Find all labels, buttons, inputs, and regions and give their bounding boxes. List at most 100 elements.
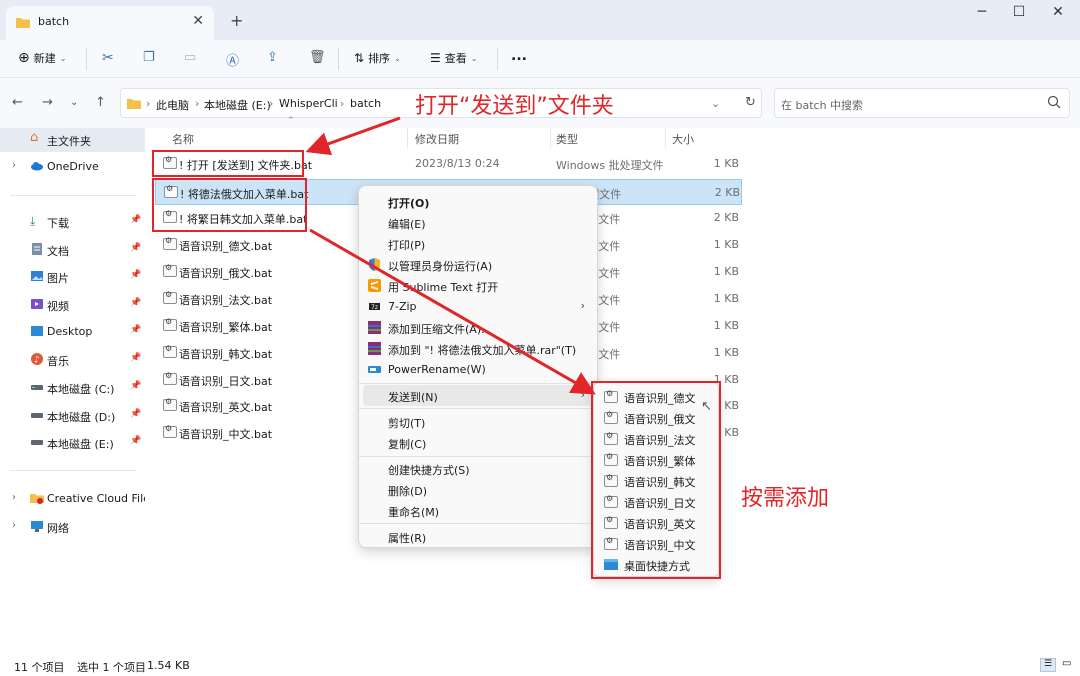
sidebar-item-drive-c[interactable]: 本地磁盘 (C:) 📌 [0,376,145,400]
sidebar-item-drive-d[interactable]: 本地磁盘 (D:) 📌 [0,404,145,428]
menu-item-powerrename[interactable]: PowerRename(W) [363,359,593,380]
sidebar-divider [10,195,136,196]
pin-icon[interactable]: 📌 [130,215,141,225]
search-box[interactable]: 在 batch 中搜索 [774,88,1070,118]
menu-item-copy[interactable]: 复制(C) [363,432,593,453]
menu-item-add-to-rar[interactable]: 添加到 "! 将德法俄文加入菜单.rar"(T) [363,338,593,359]
menu-item-7zip[interactable]: 7z 7-Zip › [363,296,593,317]
chevron-right-icon[interactable]: › [12,520,16,531]
delete-button[interactable]: 🗑 [309,50,326,65]
column-divider[interactable] [550,128,551,148]
view-button[interactable]: ☰ 查看 ⌄ [430,50,477,66]
menu-item-properties[interactable]: 属性(R) [363,526,593,547]
new-tab-icon[interactable]: + [230,11,243,30]
sidebar-item-label: 音乐 [47,355,69,368]
close-window-icon[interactable]: ✕ [1043,4,1073,24]
maximize-icon[interactable]: ☐ [1004,4,1034,24]
menu-item-delete[interactable]: 删除(D) [363,479,593,500]
sidebar-item-music[interactable]: ♪ 音乐 📌 [0,348,145,372]
desktop-icon [31,326,43,336]
file-size: 1 KB [713,238,739,251]
rename-button[interactable]: Ⓐ [226,50,239,69]
menu-item-label: 添加到 "! 将德法俄文加入菜单.rar"(T) [388,344,577,357]
breadcrumb-whispercli[interactable]: WhisperCli [279,97,338,110]
address-chevron-icon[interactable]: ⌄ [711,97,720,110]
selection-count: 选中 1 个项目 [77,661,146,674]
menu-item-edit[interactable]: 编辑(E) [363,212,593,233]
pin-icon[interactable]: 📌 [130,381,141,391]
sidebar-item-desktop[interactable]: Desktop 📌 [0,320,145,344]
menu-item-label: 剪切(T) [388,417,426,430]
share-button[interactable]: ⇪ [267,50,278,65]
copy-button[interactable]: ❐ [143,50,155,65]
sidebar-item-pictures[interactable]: 图片 📌 [0,265,145,289]
pin-icon[interactable]: 📌 [130,409,141,419]
up-arrow-icon[interactable]: ↑ [95,95,106,110]
menu-item-open[interactable]: 打开(O) [363,191,593,212]
sidebar-item-documents[interactable]: 文档 📌 [0,238,145,262]
sidebar-item-label: 图片 [47,272,69,285]
annotation-add-as-needed: 按需添加 [741,486,830,511]
sidebar-item-label: 下载 [47,217,69,230]
refresh-icon[interactable]: ↻ [745,95,756,110]
pin-icon[interactable]: 📌 [130,298,141,308]
pin-icon[interactable]: 📌 [130,325,141,335]
pin-icon[interactable]: 📌 [130,436,141,446]
paste-button[interactable]: ▭ [184,50,196,65]
sidebar-item-network[interactable]: › 网络 [0,515,145,539]
back-arrow-icon[interactable]: ← [12,95,23,110]
sort-button[interactable]: ⇅ 排序 ⌄ [354,50,401,66]
sidebar-item-creative-cloud[interactable]: › Creative Cloud Files [0,487,156,511]
column-header-size[interactable]: 大小 [672,131,694,147]
sidebar-item-downloads[interactable]: ⤓ 下载 📌 [0,210,145,234]
title-bar: batch ✕ + ─ ☐ ✕ [0,0,1080,40]
file-name: 语音识别_日文.bat [179,375,273,388]
file-name: 语音识别_韩文.bat [179,348,273,361]
tab-batch[interactable]: batch ✕ [6,6,214,40]
batch-file-icon [163,344,177,358]
column-divider[interactable] [665,128,666,148]
drive-icon [31,413,43,418]
pin-icon[interactable]: 📌 [130,243,141,253]
sidebar-item-drive-e[interactable]: 本地磁盘 (E:) 📌 [0,431,145,455]
toolbar-divider [338,48,339,70]
column-divider[interactable] [407,128,408,148]
chevron-right-icon[interactable]: › [12,160,16,171]
menu-item-add-to-archive[interactable]: 添加到压缩文件(A)... [363,317,593,338]
tiles-view-icon[interactable]: ▭ [1062,658,1071,669]
pin-icon[interactable]: 📌 [130,353,141,363]
batch-file-icon [163,371,177,385]
sidebar-item-videos[interactable]: 视频 📌 [0,293,145,317]
chevron-right-icon[interactable]: › [12,492,16,503]
menu-item-sublime[interactable]: 用 Sublime Text 打开 [363,275,593,296]
sidebar-item-label: Creative Cloud Files [47,492,156,505]
picture-icon [31,271,43,281]
new-button[interactable]: ⊕ 新建 ⌄ [18,50,66,66]
breadcrumb-this-pc[interactable]: 此电脑 [156,97,189,113]
breadcrumb-drive-e[interactable]: 本地磁盘 (E:) [204,97,271,113]
sidebar-item-onedrive[interactable]: › OneDrive [0,155,145,179]
sidebar-item-home[interactable]: ⌂ 主文件夹 [0,128,145,152]
menu-item-cut[interactable]: 剪切(T) [363,411,593,432]
close-tab-icon[interactable]: ✕ [192,13,204,29]
file-type: Windows 批处理文件 [556,159,664,172]
column-header-type[interactable]: 类型 [556,131,578,147]
more-options-button[interactable]: ... [511,48,527,64]
menu-item-create-shortcut[interactable]: 创建快捷方式(S) [363,458,593,479]
menu-item-print[interactable]: 打印(P) [363,233,593,254]
column-header-name[interactable]: 名称 [172,131,194,147]
menu-item-rename[interactable]: 重命名(M) [363,500,593,521]
context-menu: 打开(O) 编辑(E) 打印(P) 以管理员身份运行(A) 用 Sublime … [358,185,598,548]
menu-item-run-as-admin[interactable]: 以管理员身份运行(A) [363,254,593,275]
cut-button[interactable]: ✂ [102,50,114,66]
breadcrumb-batch[interactable]: batch [350,97,381,110]
forward-arrow-icon[interactable]: → [42,95,53,110]
details-view-icon[interactable]: ☰ [1040,658,1056,672]
minimize-icon[interactable]: ─ [967,4,997,24]
pin-icon[interactable]: 📌 [130,270,141,280]
recent-chevron-icon[interactable]: ⌄ [70,97,78,108]
menu-item-send-to[interactable]: 发送到(N) › [363,385,593,406]
file-name: 语音识别_俄文.bat [179,267,273,280]
column-header-date[interactable]: 修改日期 [415,131,459,147]
copy-icon: ❐ [143,50,155,65]
